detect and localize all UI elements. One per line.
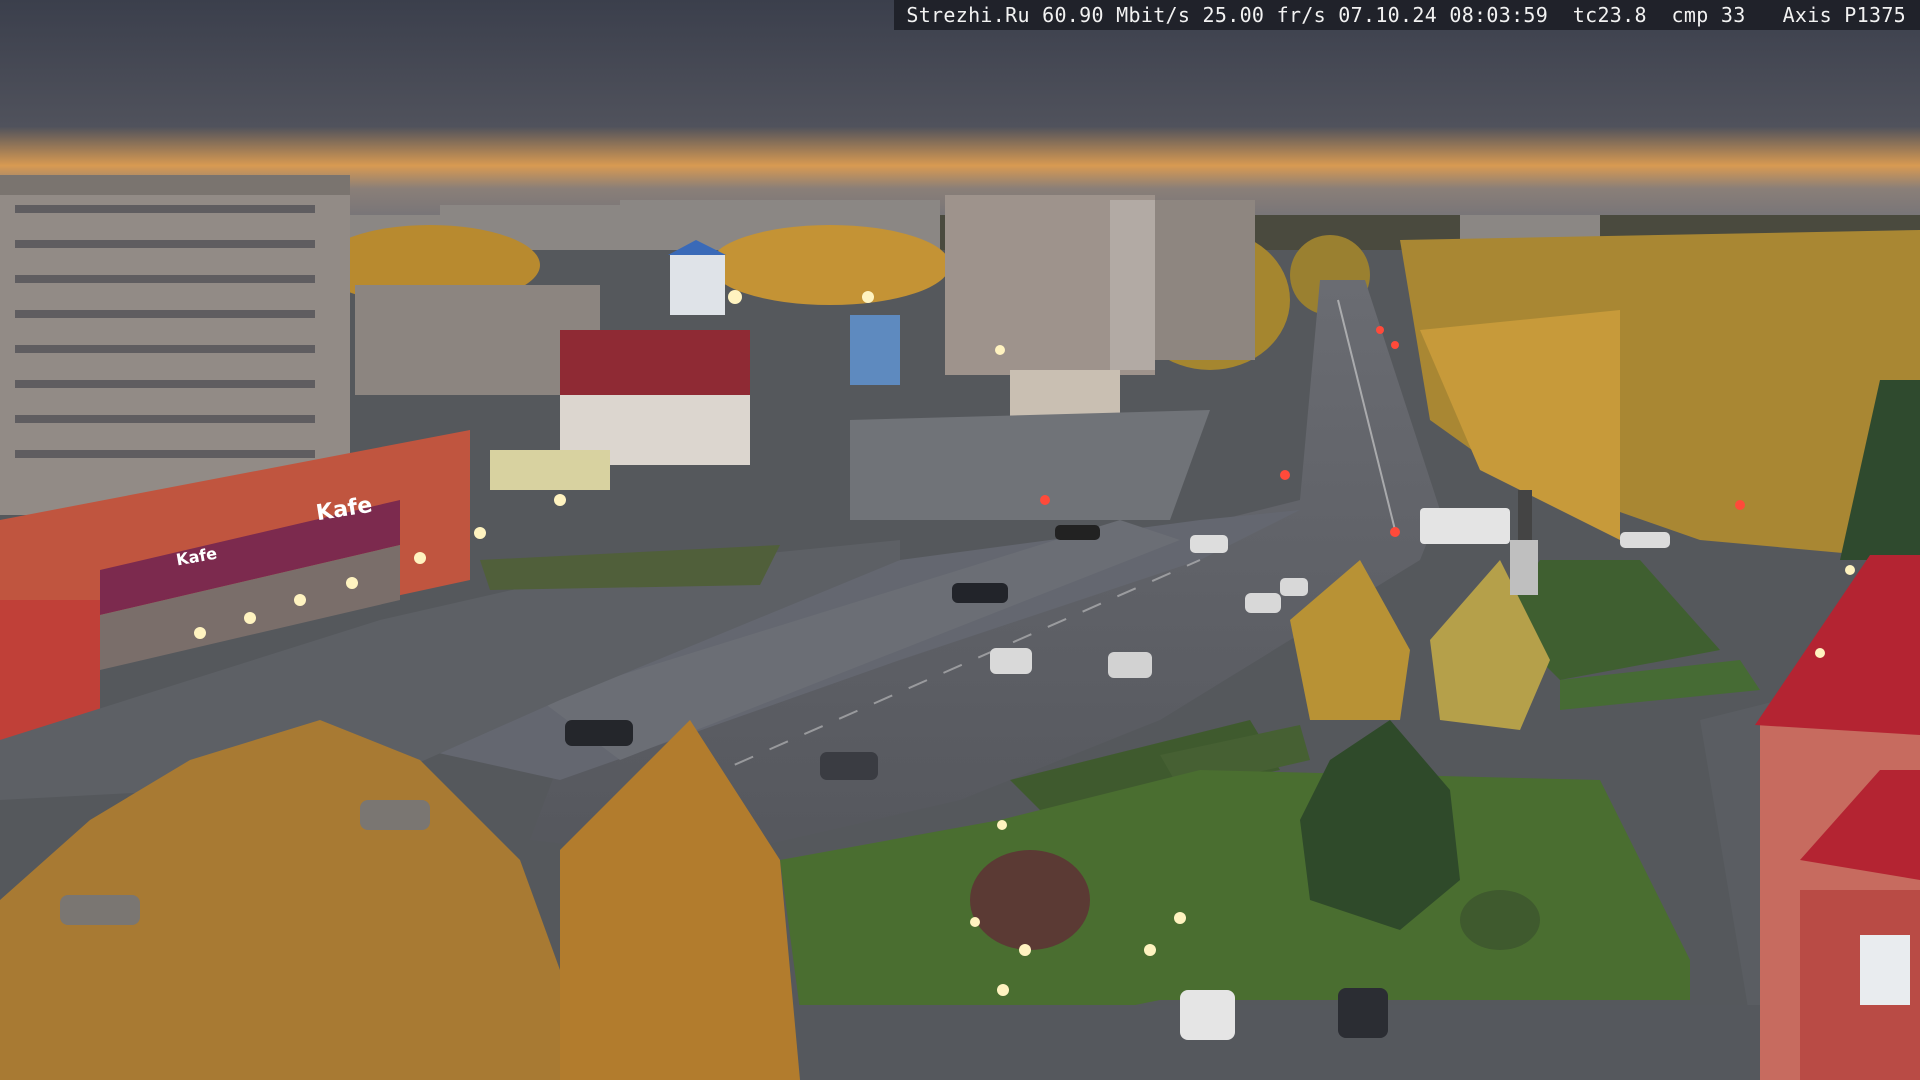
bus xyxy=(1420,508,1510,544)
car xyxy=(1190,535,1228,553)
car xyxy=(1245,593,1281,613)
central-plaza xyxy=(850,410,1210,520)
car xyxy=(1055,525,1100,540)
apartment-tower-center xyxy=(945,195,1255,375)
camera-osd-overlay: Strezhi.Ru 60.90 Mbit/s 25.00 fr/s 07.10… xyxy=(894,0,1920,30)
car xyxy=(1180,990,1235,1040)
car xyxy=(1280,578,1308,596)
car xyxy=(1108,652,1152,678)
webcam-scene xyxy=(0,0,1920,1080)
car xyxy=(952,583,1008,603)
car xyxy=(565,720,633,746)
car xyxy=(990,648,1032,674)
car xyxy=(60,895,140,925)
car xyxy=(820,752,878,780)
bottom-parking xyxy=(780,1005,1760,1080)
car xyxy=(1338,988,1388,1038)
car xyxy=(360,800,430,830)
car xyxy=(1620,532,1670,548)
